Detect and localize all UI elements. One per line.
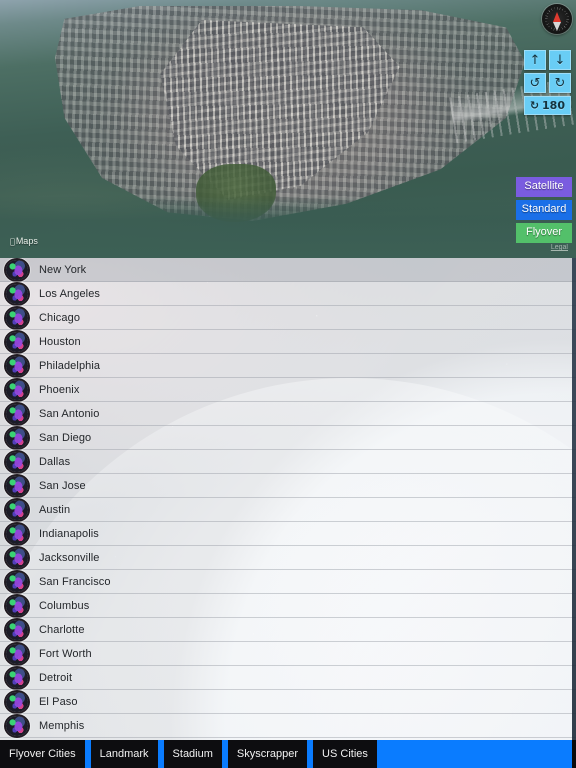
list-item[interactable]: Columbus	[0, 594, 576, 618]
list-item-label: Dallas	[39, 455, 71, 468]
globe-icon	[6, 307, 28, 328]
globe-icon	[6, 595, 28, 616]
toolbar-tab-flyover-cities[interactable]: Flyover Cities	[0, 740, 85, 768]
list-item-label: Jacksonville	[39, 551, 100, 564]
bottom-toolbar: Flyover Cities Landmark Stadium Skyscrapper…	[0, 740, 576, 768]
list-item-label: Detroit	[39, 671, 73, 684]
list-item-label: Memphis	[39, 719, 85, 732]
toolbar-tab-stadium[interactable]: Stadium	[163, 740, 222, 768]
globe-icon	[6, 451, 28, 472]
map-type-satellite-button[interactable]: Satellite	[516, 177, 572, 197]
globe-icon	[6, 283, 28, 304]
list-item-label: San Diego	[39, 431, 92, 444]
globe-icon	[6, 523, 28, 544]
flyover-map[interactable]: ↑ ↓ ↺ ↻ ↻ 180 Satellite Standard Flyover…	[0, 0, 576, 258]
globe-icon	[6, 379, 28, 400]
pitch-down-button[interactable]: ↓	[549, 50, 571, 70]
list-item-label: Charlotte	[39, 623, 85, 636]
list-item[interactable]: Fort Worth	[0, 642, 576, 666]
list-item-label: Indianapolis	[39, 527, 99, 540]
city-list-rows: New York Los Angeles Chicago Houston Philade…	[0, 258, 576, 738]
pitch-up-button[interactable]: ↑	[524, 50, 546, 70]
map-type-buttons: Satellite Standard Flyover	[516, 177, 572, 243]
list-item-label: Fort Worth	[39, 647, 92, 660]
apple-logo-icon: 	[10, 237, 15, 246]
rotate-180-button[interactable]: ↻ 180	[523, 96, 571, 115]
list-item-label: Chicago	[39, 311, 81, 324]
toolbar-fill	[382, 740, 572, 768]
globe-icon	[6, 475, 28, 496]
legal-link[interactable]: Legal	[551, 244, 568, 251]
list-item-label: Austin	[39, 503, 71, 516]
list-item[interactable]: Chicago	[0, 306, 576, 330]
map-type-flyover-button[interactable]: Flyover	[516, 223, 572, 243]
globe-icon	[6, 499, 28, 520]
globe-icon	[6, 427, 28, 448]
list-item[interactable]: San Francisco	[0, 570, 576, 594]
list-item[interactable]: Austin	[0, 498, 576, 522]
compass-icon[interactable]	[542, 4, 572, 34]
list-item[interactable]: El Paso	[0, 690, 576, 714]
globe-icon	[6, 619, 28, 640]
toolbar-end-cap	[572, 740, 576, 768]
list-item[interactable]: Philadelphia	[0, 354, 576, 378]
list-item-label: Philadelphia	[39, 359, 101, 372]
app-root: ↑ ↓ ↺ ↻ ↻ 180 Satellite Standard Flyover…	[0, 0, 576, 768]
map-pitch-row: ↑ ↓	[524, 50, 571, 70]
globe-icon	[6, 667, 28, 688]
list-item[interactable]: San Jose	[0, 474, 576, 498]
map-direction-controls: ↑ ↓ ↺ ↻ ↻ 180	[523, 50, 571, 115]
globe-icon	[6, 715, 28, 736]
list-item[interactable]: New York	[0, 258, 576, 282]
list-item-label: San Francisco	[39, 575, 111, 588]
globe-icon	[6, 259, 28, 280]
list-item-label: New York	[39, 263, 87, 276]
map-attribution:  Maps	[10, 236, 38, 246]
globe-icon	[6, 403, 28, 424]
list-item[interactable]: San Antonio	[0, 402, 576, 426]
list-item[interactable]: Phoenix	[0, 378, 576, 402]
list-item[interactable]: San Diego	[0, 426, 576, 450]
globe-icon	[6, 547, 28, 568]
globe-icon	[6, 331, 28, 352]
rotate-left-button[interactable]: ↺	[524, 73, 546, 93]
list-item-label: Columbus	[39, 599, 90, 612]
toolbar-tab-skyscrapper[interactable]: Skyscrapper	[227, 740, 308, 768]
toolbar-tab-landmark[interactable]: Landmark	[90, 740, 158, 768]
globe-icon	[6, 355, 28, 376]
globe-icon	[6, 571, 28, 592]
globe-icon	[6, 691, 28, 712]
map-attribution-label: Maps	[11, 236, 38, 246]
toolbar-tab-us-cities[interactable]: US Cities	[313, 740, 377, 768]
list-item[interactable]: Memphis	[0, 714, 576, 738]
list-item[interactable]: Houston	[0, 330, 576, 354]
globe-icon	[6, 643, 28, 664]
map-shoreline	[0, 196, 576, 258]
compass-needle	[553, 12, 561, 31]
list-item-label: Houston	[39, 335, 81, 348]
rotate-180-value: 180	[542, 99, 565, 112]
map-type-standard-button[interactable]: Standard	[516, 200, 572, 220]
list-item-label: San Jose	[39, 479, 86, 492]
list-right-edge	[572, 258, 576, 740]
rotate-right-button[interactable]: ↻	[549, 73, 571, 93]
list-item-label: San Antonio	[39, 407, 100, 420]
list-item[interactable]: Detroit	[0, 666, 576, 690]
list-item[interactable]: Charlotte	[0, 618, 576, 642]
list-item[interactable]: Dallas	[0, 450, 576, 474]
list-item-label: Los Angeles	[39, 287, 101, 300]
rotate-180-icon: ↻	[529, 99, 540, 112]
list-item-label: El Paso	[39, 695, 78, 708]
city-list[interactable]: New York Los Angeles Chicago Houston Philade…	[0, 258, 576, 740]
list-item[interactable]: Indianapolis	[0, 522, 576, 546]
list-item[interactable]: Los Angeles	[0, 282, 576, 306]
list-item-label: Phoenix	[39, 383, 80, 396]
list-item[interactable]: Jacksonville	[0, 546, 576, 570]
map-rotate-row: ↺ ↻	[524, 73, 571, 93]
